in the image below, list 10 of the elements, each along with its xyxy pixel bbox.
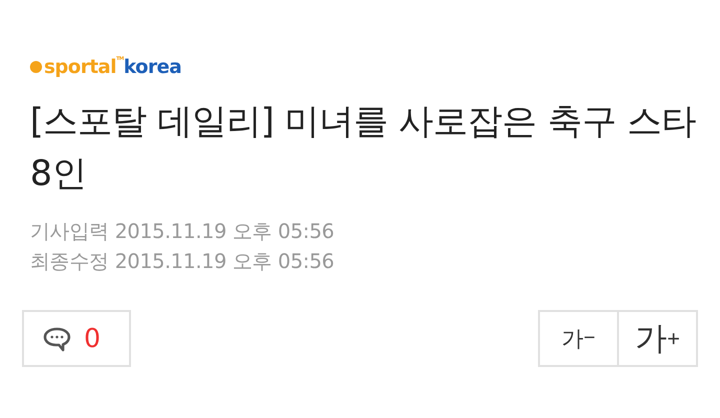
decrease-font-button[interactable]: 가− xyxy=(538,310,619,367)
date-line: 기사입력 2015.11.19 오후 05:56 xyxy=(30,218,336,244)
logo-text: korea xyxy=(124,56,182,78)
increase-font-button[interactable]: 가+ xyxy=(617,310,698,367)
date-line: 최종수정 2015.11.19 오후 05:56 xyxy=(30,248,336,274)
comment-button[interactable]: 0 xyxy=(22,310,131,367)
logo-dot-icon xyxy=(30,61,42,73)
logo-text: sportal xyxy=(44,56,116,78)
speech-bubble-icon xyxy=(42,326,72,352)
article-headline: [스포탈 데일리] 미녀를 사로잡은 축구 스타 8인 xyxy=(30,101,697,196)
